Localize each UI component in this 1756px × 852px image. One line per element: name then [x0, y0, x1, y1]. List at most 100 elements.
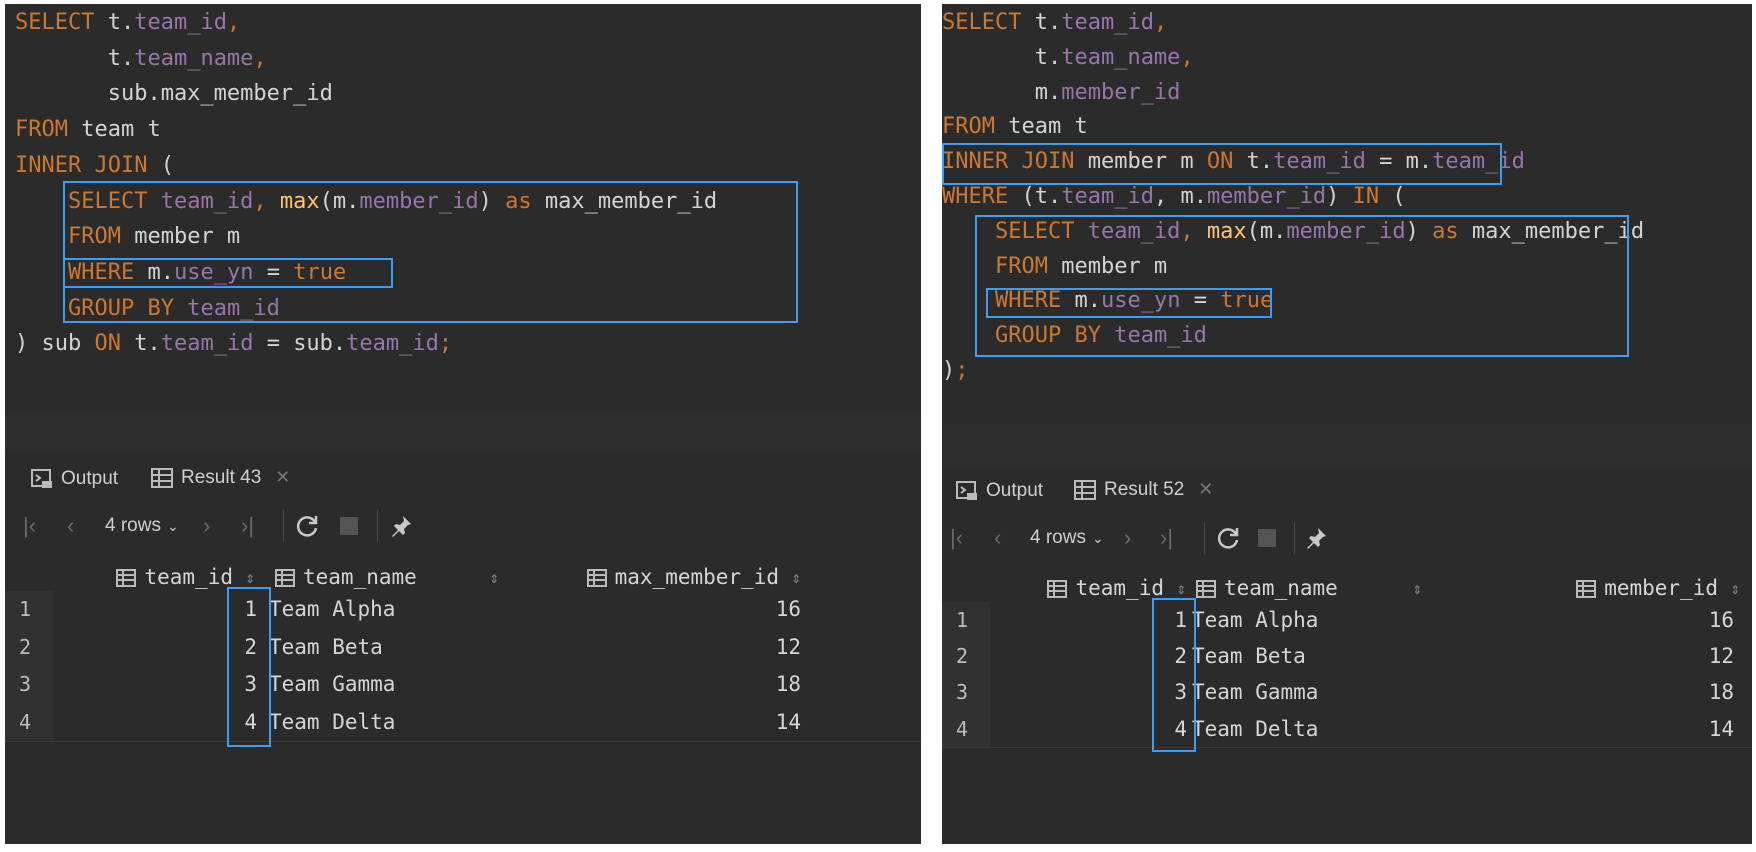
code-token: SELECT: [67, 188, 161, 214]
code-line[interactable]: WHERE m.use_yn = true: [942, 284, 1273, 318]
code-token: ;: [955, 358, 969, 383]
code-line[interactable]: WHERE m.use_yn = true: [15, 256, 346, 290]
refresh-icon[interactable]: [295, 498, 319, 554]
cell-team-id[interactable]: 2: [982, 638, 1187, 674]
close-tab-icon[interactable]: ✕: [1198, 479, 1213, 500]
cell-team-name[interactable]: Team Delta: [1192, 711, 1430, 747]
close-tab-icon[interactable]: ✕: [275, 467, 290, 488]
tab-result[interactable]: Result 52 ✕: [1074, 466, 1254, 516]
table-row[interactable]: 4 4 Team Delta 14: [5, 703, 921, 742]
table-row[interactable]: 2 2 Team Beta 12: [942, 638, 1752, 676]
prev-page-icon[interactable]: ‹: [994, 510, 1001, 566]
cell-team-id[interactable]: 4: [982, 711, 1187, 747]
tab-result[interactable]: Result 43 ✕: [151, 454, 346, 504]
tab-output[interactable]: Output: [956, 466, 1043, 516]
sort-icon[interactable]: ⇕: [1412, 579, 1422, 598]
pin-icon[interactable]: [1304, 510, 1328, 566]
cell-value[interactable]: 14: [1434, 711, 1734, 747]
table-row[interactable]: 1 1 Team Alpha 16: [942, 602, 1752, 640]
next-page-icon[interactable]: ›: [203, 498, 210, 554]
code-line[interactable]: t.team_name,: [15, 42, 267, 76]
code-line[interactable]: GROUP BY team_id: [15, 292, 280, 326]
right-sql-editor[interactable]: SELECT t.team_id, t.team_name, m.member_…: [942, 4, 1752, 434]
first-page-icon[interactable]: |‹: [23, 498, 36, 554]
sort-icon[interactable]: ⇕: [1730, 579, 1740, 598]
cell-value[interactable]: 14: [509, 704, 801, 742]
cell-team-id[interactable]: 2: [55, 629, 257, 667]
cell-team-name[interactable]: Team Beta: [269, 629, 507, 667]
row-number[interactable]: 1: [5, 591, 53, 629]
row-number[interactable]: 4: [5, 703, 53, 741]
pin-icon[interactable]: [389, 498, 413, 554]
code-line[interactable]: ) sub ON t.team_id = sub.team_id;: [15, 327, 452, 361]
column-table-icon: [1047, 579, 1068, 598]
sort-icon[interactable]: ⇕: [245, 568, 255, 587]
refresh-icon[interactable]: [1216, 510, 1240, 566]
table-row[interactable]: 2 2 Team Beta 12: [5, 628, 921, 667]
code-token: t.: [15, 45, 135, 71]
cell-value[interactable]: 16: [1434, 602, 1734, 638]
code-line[interactable]: GROUP BY team_id: [942, 319, 1207, 353]
cell-team-name[interactable]: Team Gamma: [269, 666, 507, 704]
cell-team-id[interactable]: 4: [55, 704, 257, 742]
cell-value[interactable]: 18: [1434, 674, 1734, 710]
code-line[interactable]: m.member_id: [942, 76, 1181, 110]
rows-dropdown[interactable]: 4 rows ⌄: [1030, 510, 1104, 566]
code-line[interactable]: WHERE (t.team_id, m.member_id) IN (: [942, 180, 1406, 214]
code-line[interactable]: INNER JOIN (: [15, 149, 174, 183]
left-sql-editor[interactable]: SELECT t.team_id, t.team_name, sub.max_m…: [5, 4, 921, 414]
column-header-label: team_id: [144, 565, 233, 589]
code-line[interactable]: FROM member m: [942, 250, 1167, 284]
code-line[interactable]: );: [942, 354, 969, 388]
last-page-icon[interactable]: ›|: [1160, 510, 1173, 566]
cell-value[interactable]: 16: [509, 591, 801, 629]
tab-output[interactable]: Output: [31, 454, 118, 504]
code-line[interactable]: SELECT team_id, max(m.member_id) as max_…: [942, 215, 1644, 249]
last-page-icon[interactable]: ›|: [241, 498, 254, 554]
cell-team-name[interactable]: Team Alpha: [1192, 602, 1430, 638]
stop-icon[interactable]: [1258, 510, 1276, 566]
row-number[interactable]: 3: [5, 666, 53, 704]
code-line[interactable]: FROM team t: [942, 110, 1088, 144]
first-page-icon[interactable]: |‹: [950, 510, 963, 566]
code-line[interactable]: FROM member m: [15, 220, 240, 254]
code-line[interactable]: FROM team t: [15, 113, 161, 147]
prev-page-icon[interactable]: ‹: [67, 498, 74, 554]
sort-icon[interactable]: ⇕: [489, 568, 499, 587]
cell-team-id[interactable]: 3: [982, 674, 1187, 710]
left-ide-panel: SELECT t.team_id, t.team_name, sub.max_m…: [5, 4, 921, 844]
cell-value[interactable]: 18: [509, 666, 801, 704]
code-line[interactable]: sub.max_member_id: [15, 77, 333, 111]
code-token: ,: [1180, 44, 1194, 70]
table-row[interactable]: 3 3 Team Gamma 18: [5, 666, 921, 705]
code-line[interactable]: t.team_name,: [942, 41, 1194, 75]
cell-team-name[interactable]: Team Gamma: [1192, 674, 1430, 710]
code-line[interactable]: SELECT team_id, max(m.member_id) as max_…: [15, 185, 717, 219]
sort-icon[interactable]: ⇕: [1176, 579, 1186, 598]
cell-team-id[interactable]: 3: [55, 666, 257, 704]
code-token: = m.: [1365, 149, 1433, 175]
next-page-icon[interactable]: ›: [1124, 510, 1131, 566]
cell-team-name[interactable]: Team Beta: [1192, 638, 1430, 674]
sort-icon[interactable]: ⇕: [791, 568, 801, 587]
cell-value[interactable]: 12: [1434, 638, 1734, 674]
cell-team-name[interactable]: Team Alpha: [269, 591, 507, 629]
code-token: t.: [1034, 10, 1062, 35]
table-row[interactable]: 3 3 Team Gamma 18: [942, 674, 1752, 712]
cell-value[interactable]: 12: [509, 629, 801, 667]
code-token: team_id: [1114, 323, 1207, 349]
row-number[interactable]: 2: [5, 628, 53, 666]
stop-icon[interactable]: [340, 498, 358, 554]
cell-team-name[interactable]: Team Delta: [269, 704, 507, 742]
table-row[interactable]: 4 4 Team Delta 14: [942, 710, 1752, 748]
cell-team-id[interactable]: 1: [55, 591, 257, 629]
code-token: team t: [81, 117, 161, 143]
code-line[interactable]: INNER JOIN member m ON t.team_id = m.tea…: [942, 145, 1525, 179]
table-row[interactable]: 1 1 Team Alpha 16: [5, 591, 921, 630]
cell-team-id[interactable]: 1: [982, 602, 1187, 638]
code-line[interactable]: SELECT t.team_id,: [942, 6, 1167, 40]
rows-dropdown[interactable]: 4 rows ⌄: [105, 498, 179, 554]
code-line[interactable]: SELECT t.team_id,: [15, 6, 240, 40]
code-token: sub.max_member_id: [15, 81, 333, 107]
